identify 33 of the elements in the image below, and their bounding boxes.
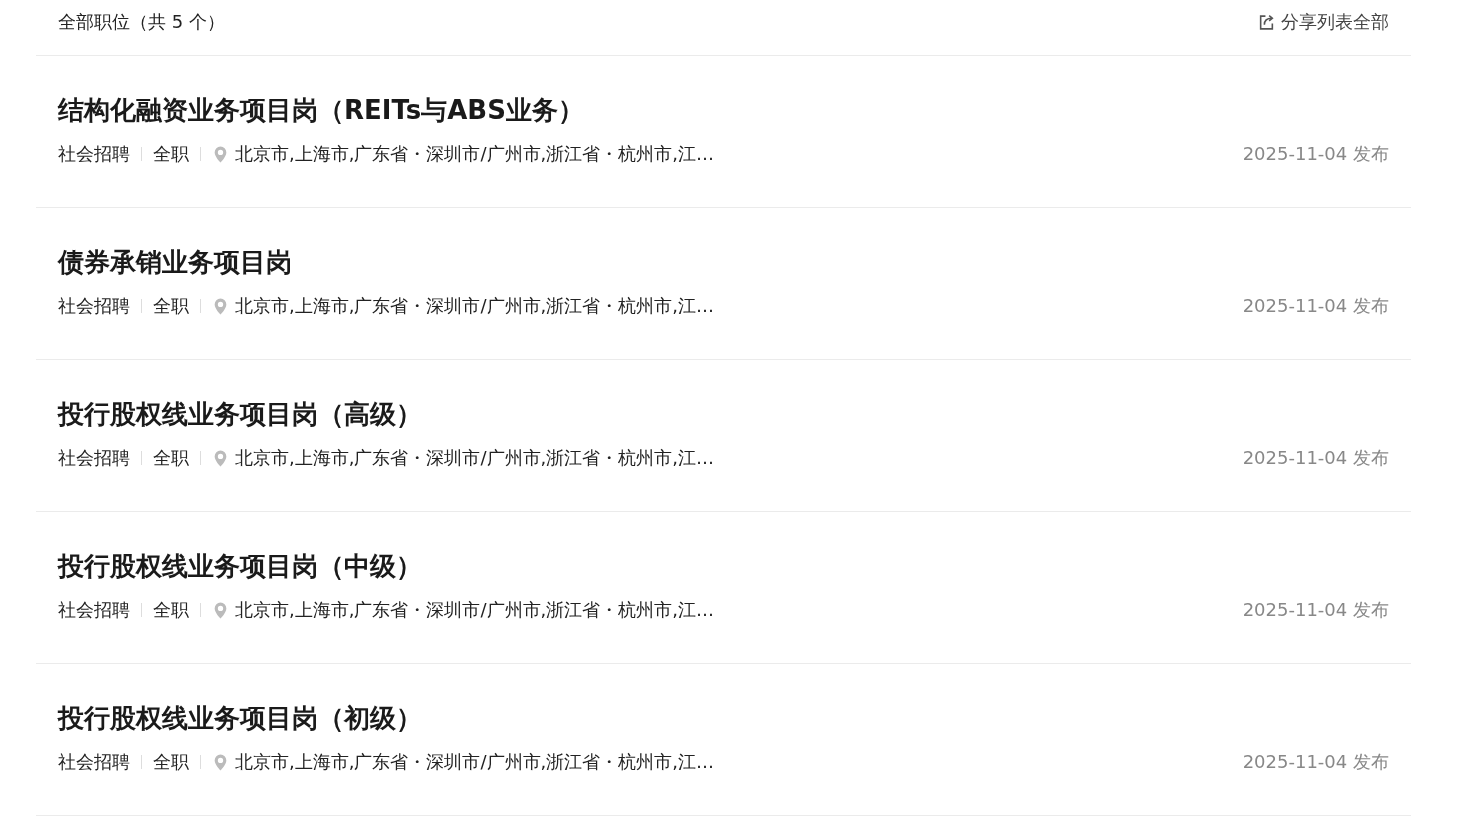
- publish-date: 2025-11-04 发布: [1242, 142, 1389, 166]
- job-location: 北京市,上海市,广东省・深圳市/广州市,浙江省・杭州市,江…: [235, 598, 714, 622]
- job-category: 社会招聘: [58, 750, 130, 774]
- job-location: 北京市,上海市,广东省・深圳市/广州市,浙江省・杭州市,江…: [235, 750, 714, 774]
- job-title-link[interactable]: 结构化融资业务项目岗（REITs与ABS业务）: [58, 92, 1389, 128]
- publish-date: 2025-11-04 发布: [1242, 750, 1389, 774]
- job-title-link[interactable]: 投行股权线业务项目岗（高级）: [58, 396, 1389, 432]
- share-icon: [1258, 13, 1275, 31]
- location-pin-icon: [214, 601, 227, 619]
- job-location: 北京市,上海市,广东省・深圳市/广州市,浙江省・杭州市,江…: [235, 446, 714, 470]
- job-title-link[interactable]: 投行股权线业务项目岗（初级）: [58, 700, 1389, 736]
- job-location: 北京市,上海市,广东省・深圳市/广州市,浙江省・杭州市,江…: [235, 294, 714, 318]
- publish-date: 2025-11-04 发布: [1242, 598, 1389, 622]
- job-category: 社会招聘: [58, 446, 130, 470]
- job-type: 全职: [153, 750, 189, 774]
- job-type: 全职: [153, 446, 189, 470]
- job-category: 社会招聘: [58, 142, 130, 166]
- job-type: 全职: [153, 598, 189, 622]
- job-title-link[interactable]: 投行股权线业务项目岗（中级）: [58, 548, 1389, 584]
- job-title-link[interactable]: 债券承销业务项目岗: [58, 244, 1389, 280]
- location-pin-icon: [214, 753, 227, 771]
- job-type: 全职: [153, 294, 189, 318]
- share-link[interactable]: 分享列表全部: [1258, 10, 1389, 34]
- job-category: 社会招聘: [58, 598, 130, 622]
- location-pin-icon: [214, 449, 227, 467]
- publish-date: 2025-11-04 发布: [1242, 446, 1389, 470]
- location-pin-icon: [214, 297, 227, 315]
- job-type: 全职: [153, 142, 189, 166]
- publish-date: 2025-11-04 发布: [1242, 294, 1389, 318]
- location-pin-icon: [214, 145, 227, 163]
- list-heading: 全部职位（共 5 个）: [58, 10, 225, 34]
- job-category: 社会招聘: [58, 294, 130, 318]
- job-location: 北京市,上海市,广东省・深圳市/广州市,浙江省・杭州市,江…: [235, 142, 714, 166]
